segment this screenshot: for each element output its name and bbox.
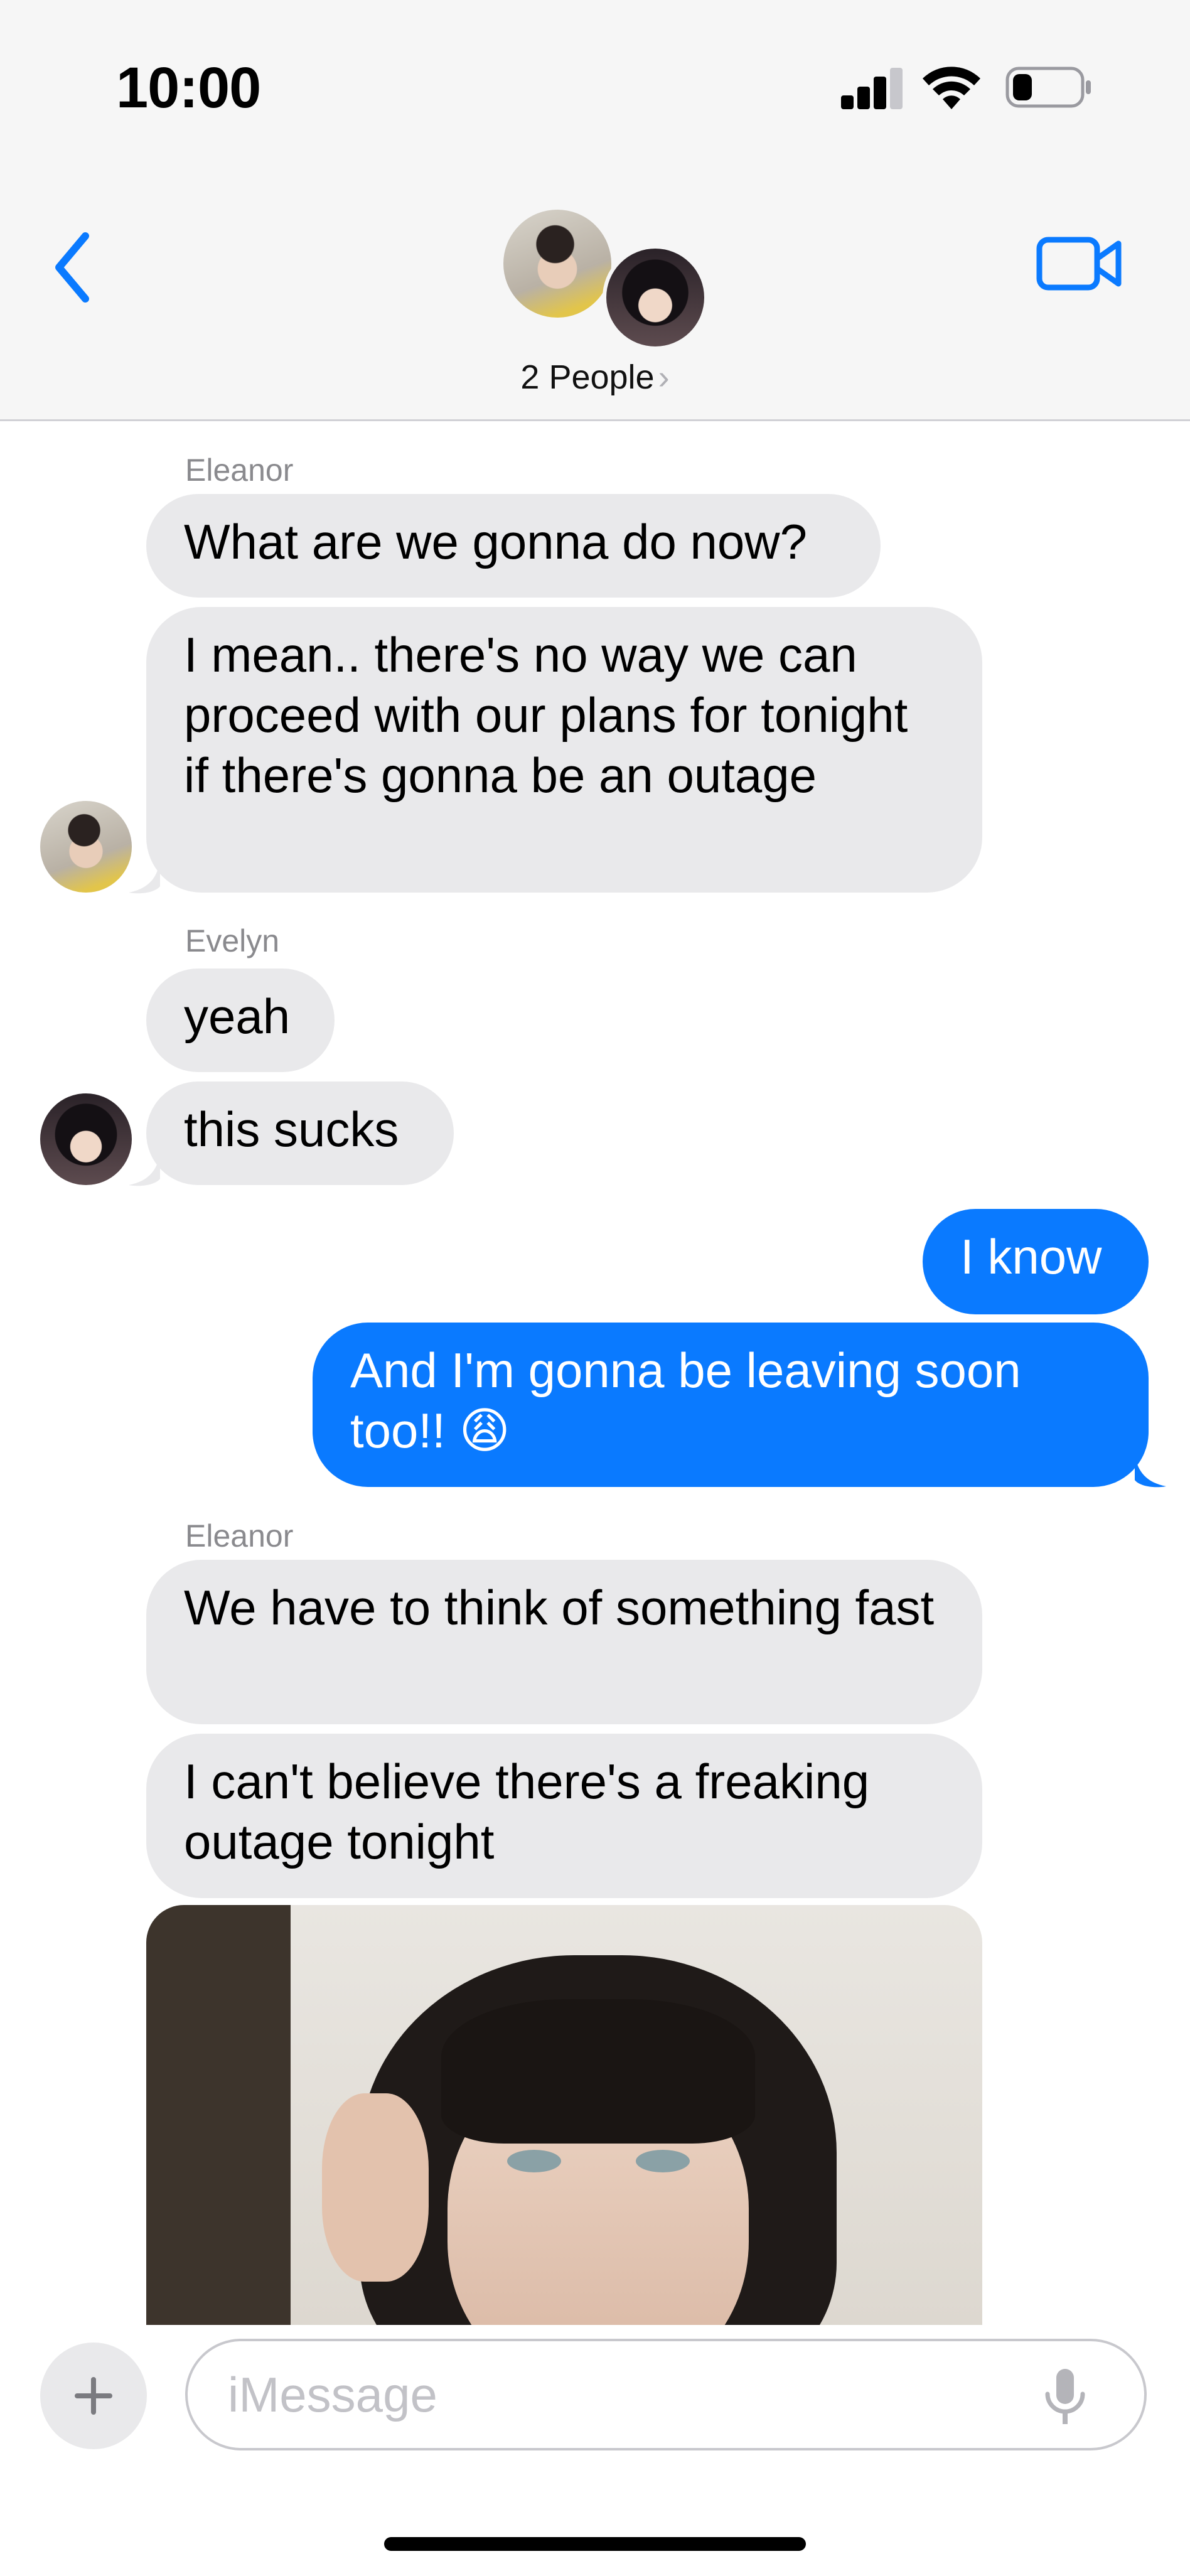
avatar-evelyn[interactable] xyxy=(40,1093,132,1185)
photo-eye-right xyxy=(636,2150,690,2172)
photo-eye-left xyxy=(507,2150,561,2172)
photo-fringe xyxy=(441,1999,755,2144)
message-bubble-incoming[interactable]: I can't believe there's a freaking outag… xyxy=(146,1734,982,1898)
home-indicator xyxy=(384,2537,806,2551)
bubble-tail xyxy=(129,1152,160,1186)
bubble-tail xyxy=(1135,1454,1166,1488)
battery-icon xyxy=(1005,67,1091,108)
avatar-eleanor[interactable] xyxy=(40,801,132,893)
cellular-signal-icon xyxy=(841,68,904,109)
chevron-right-icon: › xyxy=(658,358,670,396)
photo-background xyxy=(146,1905,291,2325)
message-bubble-outgoing[interactable]: I know xyxy=(923,1209,1149,1314)
group-title-button[interactable]: 2 People › xyxy=(0,358,1190,397)
bubble-tail xyxy=(129,860,160,894)
sender-name: Eleanor xyxy=(185,1518,294,1554)
group-avatar-eleanor[interactable] xyxy=(500,206,615,321)
message-bubble-incoming[interactable]: What are we gonna do now? xyxy=(146,494,881,598)
message-bubble-outgoing[interactable]: And I'm gonna be leaving soon too!! 😩 xyxy=(313,1323,1149,1487)
group-title: 2 People xyxy=(520,358,655,396)
microphone-icon[interactable] xyxy=(1040,2366,1090,2429)
message-bubble-incoming[interactable]: this sucks xyxy=(146,1081,454,1185)
message-bubble-incoming[interactable]: We have to think of something fast xyxy=(146,1560,982,1724)
conversation-header: 2 People › xyxy=(0,169,1190,421)
photo-hand xyxy=(322,2093,429,2282)
message-bubble-incoming[interactable]: I mean.. there's no way we can proceed w… xyxy=(146,607,982,893)
status-time: 10:00 xyxy=(116,56,261,120)
sender-name: Eleanor xyxy=(185,453,294,488)
add-attachment-button[interactable] xyxy=(40,2343,147,2449)
wifi-icon xyxy=(923,67,980,109)
video-camera-icon[interactable] xyxy=(1036,232,1123,295)
imessage-input[interactable] xyxy=(227,2363,982,2427)
back-chevron-icon[interactable] xyxy=(48,230,98,305)
group-avatar-evelyn[interactable] xyxy=(603,245,708,350)
status-bar: 10:00 xyxy=(0,0,1190,169)
sender-name: Evelyn xyxy=(185,923,280,958)
photo-attachment[interactable] xyxy=(146,1905,982,2325)
imessage-field[interactable] xyxy=(185,2339,1147,2450)
message-bubble-incoming[interactable]: yeah xyxy=(146,969,335,1072)
